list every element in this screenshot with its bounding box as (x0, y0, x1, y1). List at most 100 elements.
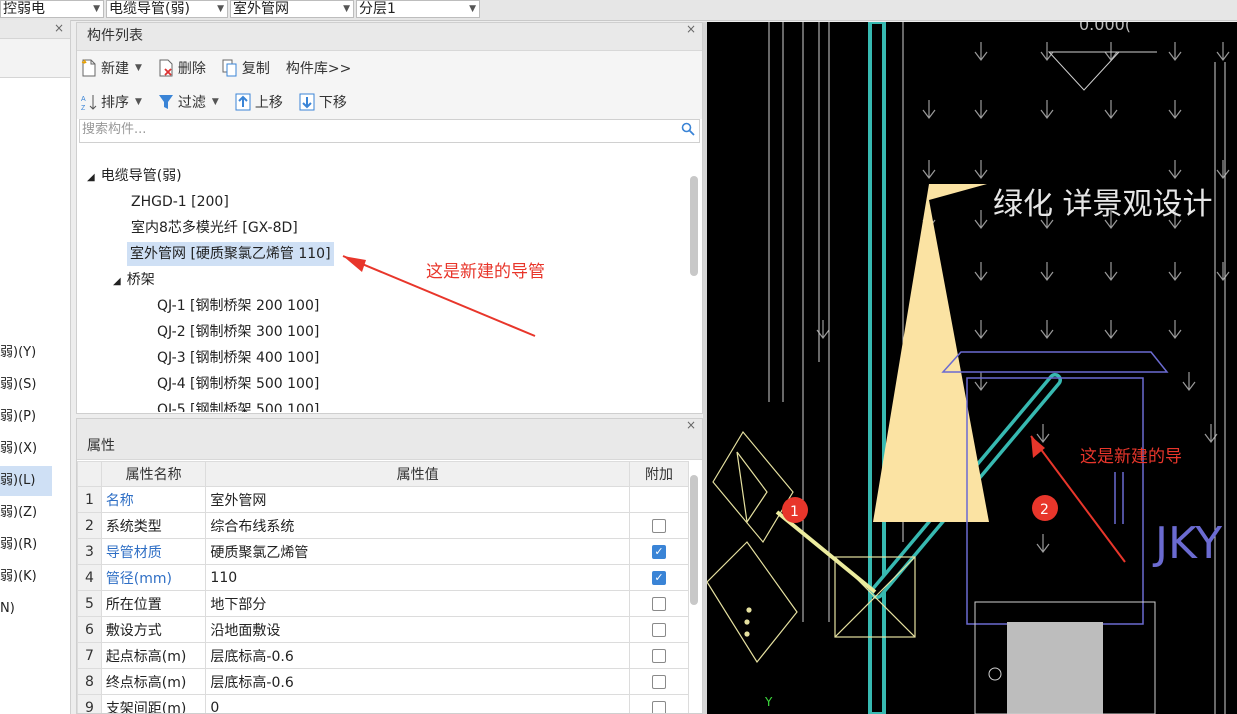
tree-item-label: QJ-4 [钢制桥架 500 100] (157, 376, 320, 392)
nav-item-z[interactable]: 弱)(Z) (0, 498, 70, 528)
tree-item[interactable]: 室内8芯多模光纤 [GX-8D] (131, 216, 298, 240)
table-row[interactable]: 9 支架间距(m) 0 (77, 694, 690, 713)
delete-button[interactable]: 删除 (158, 58, 206, 78)
level-text: 0.000( (1079, 22, 1131, 34)
nav-item-n[interactable]: N) (0, 594, 70, 624)
nav-item-k[interactable]: 弱)(K) (0, 562, 70, 592)
layer-combo[interactable]: 分层1 ▼ (356, 0, 480, 18)
tree-item[interactable]: QJ-2 [钢制桥架 300 100] (157, 320, 319, 344)
cad-lines (768, 22, 1226, 714)
close-icon[interactable]: × (686, 419, 696, 431)
level-symbol (1047, 51, 1121, 91)
nav-item-label: 弱)(P) (0, 409, 37, 424)
extra-checkbox[interactable] (651, 674, 666, 689)
tree-item-label: ZHGD-1 [200] (131, 194, 229, 210)
table-row[interactable]: 8 终点标高(m) 层底标高-0.6 (77, 668, 690, 695)
tree-group-cable-conduit[interactable]: ◢ 电缆导管(弱) (87, 164, 182, 188)
tree-item[interactable]: QJ-3 [钢制桥架 400 100] (157, 346, 319, 370)
table-row[interactable]: 3 导管材质 硬质聚氯乙烯管 ✓ (77, 538, 690, 565)
chevron-down-icon: ▼ (211, 97, 219, 107)
property-value[interactable]: 地下部分 (205, 590, 630, 617)
tree-group-label: 电缆导管(弱) (100, 168, 182, 184)
table-row[interactable]: 7 起点标高(m) 层底标高-0.6 (77, 642, 690, 669)
property-value[interactable]: 层底标高-0.6 (205, 642, 630, 669)
type-combo[interactable]: 电缆导管(弱) ▼ (106, 0, 228, 18)
tree-item-label: QJ-2 [钢制桥架 300 100] (157, 324, 320, 340)
component-combo[interactable]: 室外管网 ▼ (230, 0, 354, 18)
search-icon[interactable] (681, 122, 695, 136)
property-value[interactable]: 综合布线系统 (205, 512, 630, 539)
delete-label: 删除 (177, 61, 206, 77)
filter-button[interactable]: 过滤 ▼ (158, 92, 219, 112)
property-name-header: 属性名称 (100, 461, 207, 487)
tree-group-tray[interactable]: ◢ 桥架 (113, 268, 155, 292)
tree-item[interactable]: QJ-5 [钢制桥架 500 100] (157, 398, 319, 412)
top-toolbar: 控弱电 ▼ 电缆导管(弱) ▼ 室外管网 ▼ 分层1 ▼ (0, 0, 1237, 21)
property-value[interactable]: 层底标高-0.6 (205, 668, 630, 695)
extra-checkbox-checked[interactable]: ✓ (651, 570, 666, 585)
badge-2-text: 2 (1040, 502, 1049, 518)
property-name: 敷设方式 (100, 616, 207, 643)
nav-item-l[interactable]: 弱)(L) (0, 466, 52, 496)
new-button[interactable]: 新建 ▼ (81, 58, 142, 78)
tree-item[interactable]: ZHGD-1 [200] (131, 190, 229, 214)
nav-item-r[interactable]: 弱)(R) (0, 530, 70, 560)
extra-cell (628, 590, 690, 617)
library-label: 构件库>> (285, 61, 352, 77)
arrow-up-icon (235, 93, 251, 111)
library-button[interactable]: 构件库>> (286, 58, 351, 78)
panel-title: 构件列表 (87, 28, 143, 44)
property-value[interactable]: 110 (205, 564, 630, 591)
property-name: 名称 (100, 486, 207, 513)
nav-item-s[interactable]: 弱)(S) (0, 370, 70, 400)
close-icon[interactable]: × (54, 22, 64, 34)
tree-item[interactable]: QJ-1 [钢制桥架 200 100] (157, 294, 319, 318)
table-row[interactable]: 1 名称 室外管网 (77, 486, 690, 513)
close-icon[interactable]: × (686, 23, 696, 35)
table-row[interactable]: 5 所在位置 地下部分 (77, 590, 690, 617)
move-down-button[interactable]: 下移 (299, 92, 347, 112)
copy-icon (222, 59, 237, 77)
property-value[interactable]: 0 (205, 694, 630, 713)
extra-cell: ✓ (628, 538, 690, 565)
expand-icon[interactable]: ◢ (113, 276, 121, 287)
property-name: 系统类型 (100, 512, 207, 539)
extra-checkbox[interactable] (651, 648, 666, 663)
extra-checkbox[interactable] (651, 700, 666, 713)
nav-item-label: 弱)(L) (0, 473, 36, 488)
extra-checkbox[interactable] (651, 518, 666, 533)
nav-item-x[interactable]: 弱)(X) (0, 434, 70, 464)
tree-item[interactable]: QJ-4 [钢制桥架 500 100] (157, 372, 319, 396)
drawing-text-jky: JKY (1152, 518, 1222, 569)
table-row[interactable]: 2 系统类型 综合布线系统 (77, 512, 690, 539)
property-name: 导管材质 (100, 538, 207, 565)
hatch-arrows (816, 42, 1230, 553)
extra-checkbox-checked[interactable]: ✓ (651, 544, 666, 559)
sort-button[interactable]: AZ 排序 ▼ (81, 92, 142, 112)
left-nav-panel: × 弱)(Y) 弱)(S) 弱)(P) 弱)(X) 弱)(L) 弱)(Z) 弱)… (0, 20, 71, 714)
table-row[interactable]: 4 管径(mm) 110 ✓ (77, 564, 690, 591)
property-value[interactable]: 室外管网 (205, 486, 630, 513)
extra-header: 附加 (628, 461, 690, 487)
table-row[interactable]: 6 敷设方式 沿地面敷设 (77, 616, 690, 643)
property-value[interactable]: 沿地面敷设 (205, 616, 630, 643)
tree-item-label: QJ-1 [钢制桥架 200 100] (157, 298, 320, 314)
copy-button[interactable]: 复制 (222, 58, 270, 78)
nav-item-y[interactable]: 弱)(Y) (0, 338, 70, 368)
row-number: 6 (77, 616, 102, 643)
extra-cell (628, 668, 690, 695)
filter-label: 过滤 (177, 95, 206, 111)
tree-scrollbar[interactable] (690, 176, 698, 276)
property-value[interactable]: 硬质聚氯乙烯管 (205, 538, 630, 565)
expand-icon[interactable]: ◢ (87, 172, 95, 183)
properties-scrollbar[interactable] (690, 475, 698, 605)
cad-drawing-canvas[interactable]: 0.000( 1 2 绿化 详景观设计 JKY Y (707, 22, 1237, 714)
nav-item-label: 弱)(K) (0, 569, 37, 584)
nav-item-p[interactable]: 弱)(P) (0, 402, 70, 432)
extra-checkbox[interactable] (651, 622, 666, 637)
search-input[interactable]: 搜索构件... (79, 119, 700, 143)
tree-item-selected[interactable]: 室外管网 [硬质聚氯乙烯管 110] (127, 242, 334, 266)
category-combo[interactable]: 控弱电 ▼ (0, 0, 104, 18)
move-up-button[interactable]: 上移 (235, 92, 283, 112)
extra-checkbox[interactable] (651, 596, 666, 611)
